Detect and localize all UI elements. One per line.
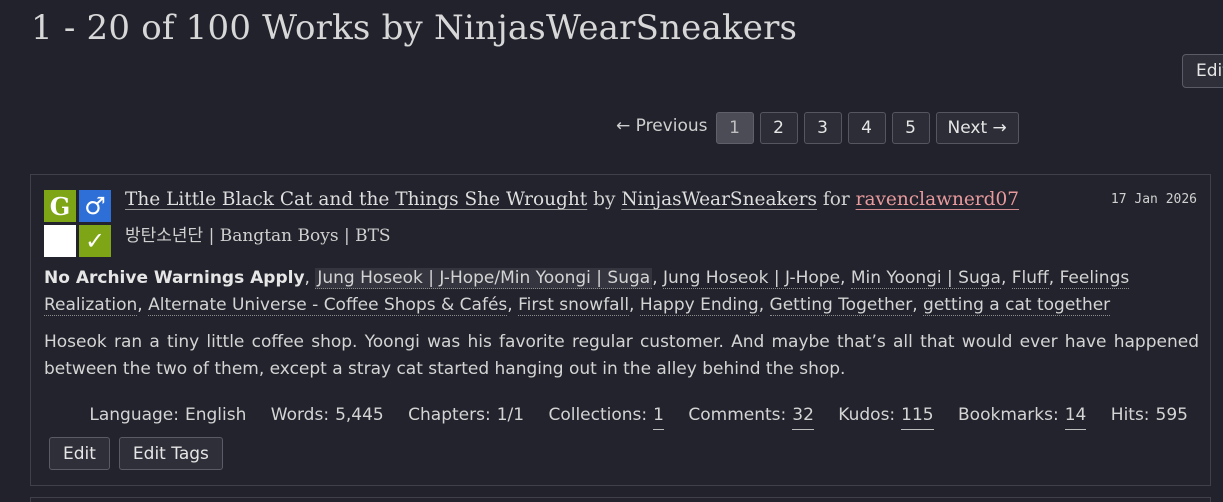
rating-general-icon[interactable]: G [44, 190, 76, 222]
by-text: by [593, 189, 616, 210]
page-5-link[interactable]: 5 [891, 112, 930, 144]
edit-work-button[interactable]: Edit [49, 437, 110, 470]
work-stats: Language: English Words: 5,445 Chapters: 1/… [70, 405, 1188, 430]
page-1-current: 1 [715, 112, 754, 144]
pagination: ← Previous 1 2 3 4 5 Next → [612, 112, 1019, 144]
tag-list: No Archive Warnings Apply, Jung Hoseok |… [44, 268, 1130, 316]
previous-page-link[interactable]: ← Previous [612, 116, 712, 140]
work-heading: The Little Black Cat and the Things She … [125, 189, 1019, 210]
language-label: Language: [89, 405, 179, 425]
character-tag[interactable]: Min Yoongi | Suga [850, 268, 1001, 289]
page-title: 1 - 20 of 100 Works by NinjasWearSneaker… [31, 8, 798, 48]
next-page-link[interactable]: Next → [935, 112, 1019, 144]
freeform-tag[interactable]: Fluff [1011, 268, 1049, 289]
freeform-tag[interactable]: First snowfall [518, 295, 630, 316]
hits-label: Hits: [1110, 405, 1150, 425]
kudos-link[interactable]: 115 [901, 405, 934, 430]
freeform-tag[interactable]: Getting Together [769, 295, 913, 316]
freeform-tag[interactable]: Alternate Universe - Coffee Shops & Café… [148, 295, 508, 316]
page-2-link[interactable]: 2 [759, 112, 798, 144]
work-summary: Hoseok ran a tiny little coffee shop. Yo… [44, 332, 1199, 379]
page-3-link[interactable]: 3 [803, 112, 842, 144]
work-date: 17 Jan 2026 [1110, 192, 1197, 207]
language-value: English [184, 405, 247, 425]
collections-link[interactable]: 1 [653, 405, 664, 430]
freeform-tag[interactable]: Happy Ending [639, 295, 759, 316]
no-warnings-icon[interactable] [44, 225, 76, 257]
category-mm-icon[interactable]: ♂ [79, 190, 111, 222]
comments-label: Comments: [688, 405, 787, 425]
required-tags: G ♂ ✓ [44, 190, 114, 260]
words-label: Words: [270, 405, 330, 425]
bookmarks-link[interactable]: 14 [1064, 405, 1087, 430]
work-blurb: G ♂ ✓ The Little Black Cat and the Thing… [30, 174, 1211, 486]
complete-work-icon[interactable]: ✓ [79, 225, 111, 257]
author-link[interactable]: NinjasWearSneakers [621, 189, 817, 210]
comments-link[interactable]: 32 [792, 405, 814, 430]
collections-label: Collections: [548, 405, 648, 425]
work-title-link[interactable]: The Little Black Cat and the Things She … [125, 189, 587, 210]
edit-tags-button[interactable]: Edit Tags [118, 437, 223, 470]
edit-works-button[interactable]: Edit [1182, 54, 1223, 88]
chapters-label: Chapters: [408, 405, 491, 425]
recipient-link[interactable]: ravenclawnerd07 [856, 189, 1019, 210]
hits-value: 595 [1155, 405, 1188, 425]
bookmarks-label: Bookmarks: [958, 405, 1059, 425]
page-4-link[interactable]: 4 [847, 112, 886, 144]
words-value: 5,445 [335, 405, 384, 425]
kudos-label: Kudos: [838, 405, 896, 425]
fandom-link[interactable]: 방탄소년단 | Bangtan Boys | BTS [125, 221, 391, 246]
work-actions: Edit Edit Tags [49, 437, 223, 470]
next-work-blurb [30, 497, 1211, 502]
for-text: for [822, 189, 850, 210]
relationship-tag[interactable]: Jung Hoseok | J-Hope/Min Yoongi | Suga [315, 268, 653, 289]
freeform-tag[interactable]: getting a cat together [923, 295, 1111, 316]
character-tag[interactable]: Jung Hoseok | J-Hope [663, 268, 841, 289]
chapters-value: 1/1 [496, 405, 525, 425]
warning-tag[interactable]: No Archive Warnings Apply [44, 268, 305, 288]
